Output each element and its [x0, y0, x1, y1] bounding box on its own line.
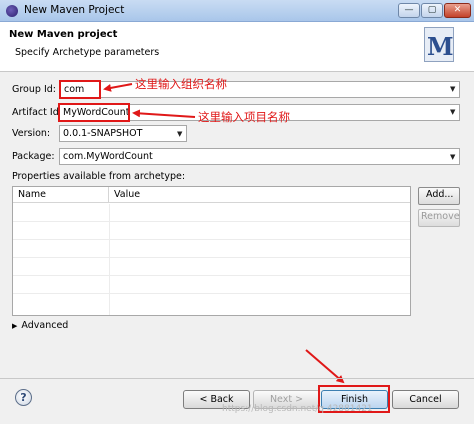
- annotation-arrows: [103, 83, 345, 384]
- artifact-id-arrow: [132, 109, 196, 118]
- watermark: https://blog.csdn.net/q 42881421: [222, 404, 373, 414]
- cancel-button[interactable]: Cancel: [392, 390, 459, 409]
- footer-separator: [0, 378, 474, 379]
- group-id-arrow: [103, 83, 133, 92]
- help-icon[interactable]: ?: [15, 389, 32, 406]
